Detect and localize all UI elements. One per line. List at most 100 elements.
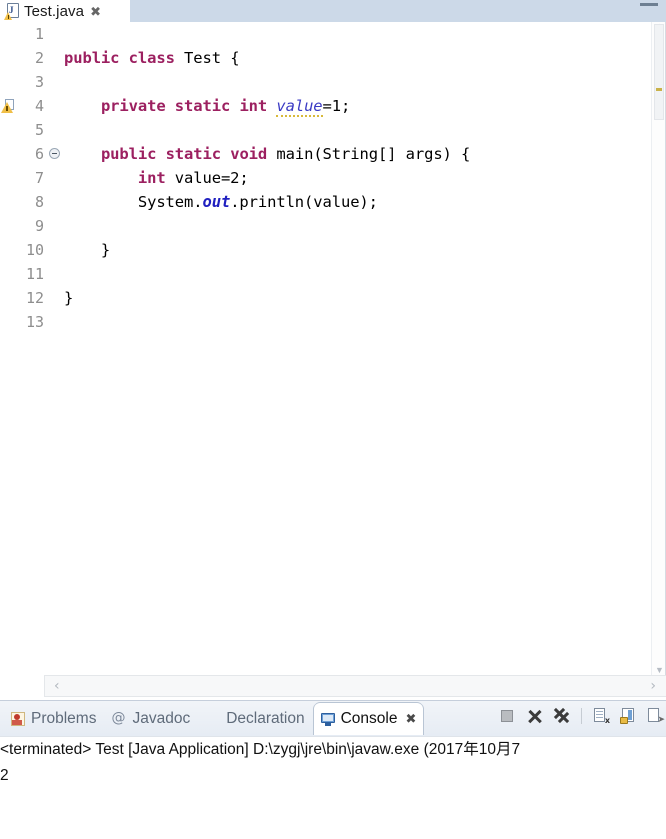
code-line[interactable]: } bbox=[62, 286, 651, 310]
code-line[interactable] bbox=[62, 262, 651, 286]
line-number-row: 9 bbox=[16, 214, 48, 238]
line-number: 10 bbox=[25, 241, 44, 259]
close-icon[interactable]: ✖ bbox=[90, 5, 101, 18]
line-number: 12 bbox=[25, 289, 44, 307]
bottom-panel-tab-bar: Problems @ Javadoc Declaration Console ✖ x ➤ bbox=[0, 700, 666, 736]
tab-javadoc[interactable]: @ Javadoc bbox=[105, 703, 197, 735]
code-token: int bbox=[239, 97, 268, 115]
scroll-down-icon[interactable]: ▼ bbox=[655, 665, 664, 675]
scroll-left-icon[interactable]: ‹ bbox=[54, 677, 60, 695]
code-token: value bbox=[276, 97, 323, 117]
line-number: 11 bbox=[25, 265, 44, 283]
overview-warning-marker[interactable] bbox=[656, 88, 662, 91]
editor-horizontal-scrollbar[interactable]: ‹ › bbox=[44, 675, 666, 697]
folding-ruler[interactable] bbox=[48, 22, 62, 675]
line-number: 8 bbox=[34, 193, 44, 211]
editor-tab-test-java[interactable]: J Test.java ✖ bbox=[0, 0, 130, 22]
eclipse-ide-window: J Test.java ✖ 1 2 3 4 5 6 7 8 9 10 11 12 13 public c… bbox=[0, 0, 666, 839]
editor-vertical-scrollbar[interactable]: ▲ ▼ bbox=[651, 22, 665, 675]
tab-declaration[interactable]: Declaration bbox=[199, 703, 311, 735]
scroll-lock-button[interactable] bbox=[619, 707, 637, 725]
fold-row bbox=[48, 190, 62, 214]
code-token: main(String[] args) { bbox=[267, 145, 471, 163]
code-line[interactable]: public class Test { bbox=[62, 46, 651, 70]
code-line[interactable]: public static void main(String[] args) { bbox=[62, 142, 651, 166]
code-text-area[interactable]: public class Test { private static int v… bbox=[62, 22, 651, 675]
console-header-line: <terminated> Test [Java Application] D:\… bbox=[0, 741, 521, 758]
code-token: } bbox=[64, 289, 74, 307]
line-number-row: 8 bbox=[16, 190, 48, 214]
code-line[interactable]: int value=2; bbox=[62, 166, 651, 190]
line-number: 5 bbox=[34, 121, 44, 139]
fold-row bbox=[48, 166, 62, 190]
line-number-row: 4 bbox=[16, 94, 48, 118]
scroll-right-icon[interactable]: › bbox=[650, 677, 656, 695]
pin-console-button[interactable]: ➤ bbox=[646, 707, 665, 725]
line-number: 1 bbox=[34, 25, 44, 43]
javadoc-icon: @ bbox=[111, 710, 126, 726]
line-number-row: 5 bbox=[16, 118, 48, 142]
code-token: int bbox=[137, 169, 166, 187]
line-number-row: 3 bbox=[16, 70, 48, 94]
code-line[interactable] bbox=[62, 22, 651, 46]
code-line[interactable]: } bbox=[62, 238, 651, 262]
fold-row bbox=[48, 70, 62, 94]
code-token: class bbox=[128, 49, 175, 67]
declaration-icon bbox=[205, 711, 221, 727]
line-number: 9 bbox=[34, 217, 44, 235]
warning-marker-icon[interactable] bbox=[0, 98, 16, 114]
fold-row bbox=[48, 238, 62, 262]
editor-tab-label: Test.java bbox=[24, 2, 85, 20]
problems-icon bbox=[10, 711, 26, 727]
bottom-view-panel: Problems @ Javadoc Declaration Console ✖ x ➤ <t… bbox=[0, 700, 666, 839]
code-editor[interactable]: 1 2 3 4 5 6 7 8 9 10 11 12 13 public class Test { pr… bbox=[0, 22, 666, 675]
line-number-row: 2 bbox=[16, 46, 48, 70]
code-token: static bbox=[174, 97, 231, 115]
tab-problems[interactable]: Problems bbox=[4, 703, 103, 735]
line-number-row: 6 bbox=[16, 142, 48, 166]
code-token: value=2; bbox=[165, 169, 249, 187]
tab-label: Problems bbox=[31, 710, 97, 728]
code-token: void bbox=[230, 145, 268, 163]
code-token: } bbox=[64, 241, 111, 259]
minimize-restore-icon[interactable] bbox=[638, 1, 660, 11]
editor-marker-gutter[interactable] bbox=[0, 22, 16, 675]
code-line[interactable]: private static int value=1; bbox=[62, 94, 651, 118]
vertical-scroll-thumb[interactable] bbox=[654, 24, 664, 120]
console-output-area[interactable]: <terminated> Test [Java Application] D:\… bbox=[0, 736, 666, 839]
line-number: 4 bbox=[34, 97, 44, 115]
remove-launch-button[interactable] bbox=[526, 707, 544, 725]
code-line[interactable] bbox=[62, 118, 651, 142]
code-line[interactable] bbox=[62, 310, 651, 334]
tab-label: Declaration bbox=[226, 710, 305, 728]
console-icon bbox=[320, 711, 336, 727]
collapse-fold-icon[interactable] bbox=[49, 148, 60, 159]
code-token: out bbox=[202, 193, 231, 211]
line-number: 7 bbox=[34, 169, 44, 187]
close-icon[interactable]: ✖ bbox=[405, 711, 416, 727]
code-token: System. bbox=[64, 193, 203, 211]
line-number: 13 bbox=[25, 313, 44, 331]
editor-tab-bar-empty-area bbox=[130, 0, 666, 22]
remove-all-terminated-button[interactable] bbox=[553, 707, 571, 725]
tab-console[interactable]: Console ✖ bbox=[313, 702, 424, 735]
code-line[interactable] bbox=[62, 214, 651, 238]
code-line[interactable]: System.out.println(value); bbox=[62, 190, 651, 214]
tab-label: Console bbox=[340, 710, 398, 728]
terminate-button[interactable] bbox=[499, 707, 517, 725]
line-number: 3 bbox=[34, 73, 44, 91]
fold-row bbox=[48, 310, 62, 334]
editor-tab-bar: J Test.java ✖ bbox=[0, 0, 666, 22]
fold-row bbox=[48, 262, 62, 286]
code-token: Test { bbox=[174, 49, 240, 67]
code-token: .println(value); bbox=[230, 193, 378, 211]
code-line[interactable] bbox=[62, 70, 651, 94]
clear-console-button[interactable]: x bbox=[592, 707, 610, 725]
line-number: 2 bbox=[34, 49, 44, 67]
fold-row bbox=[48, 142, 62, 166]
line-number-ruler: 1 2 3 4 5 6 7 8 9 10 11 12 13 bbox=[16, 22, 48, 675]
